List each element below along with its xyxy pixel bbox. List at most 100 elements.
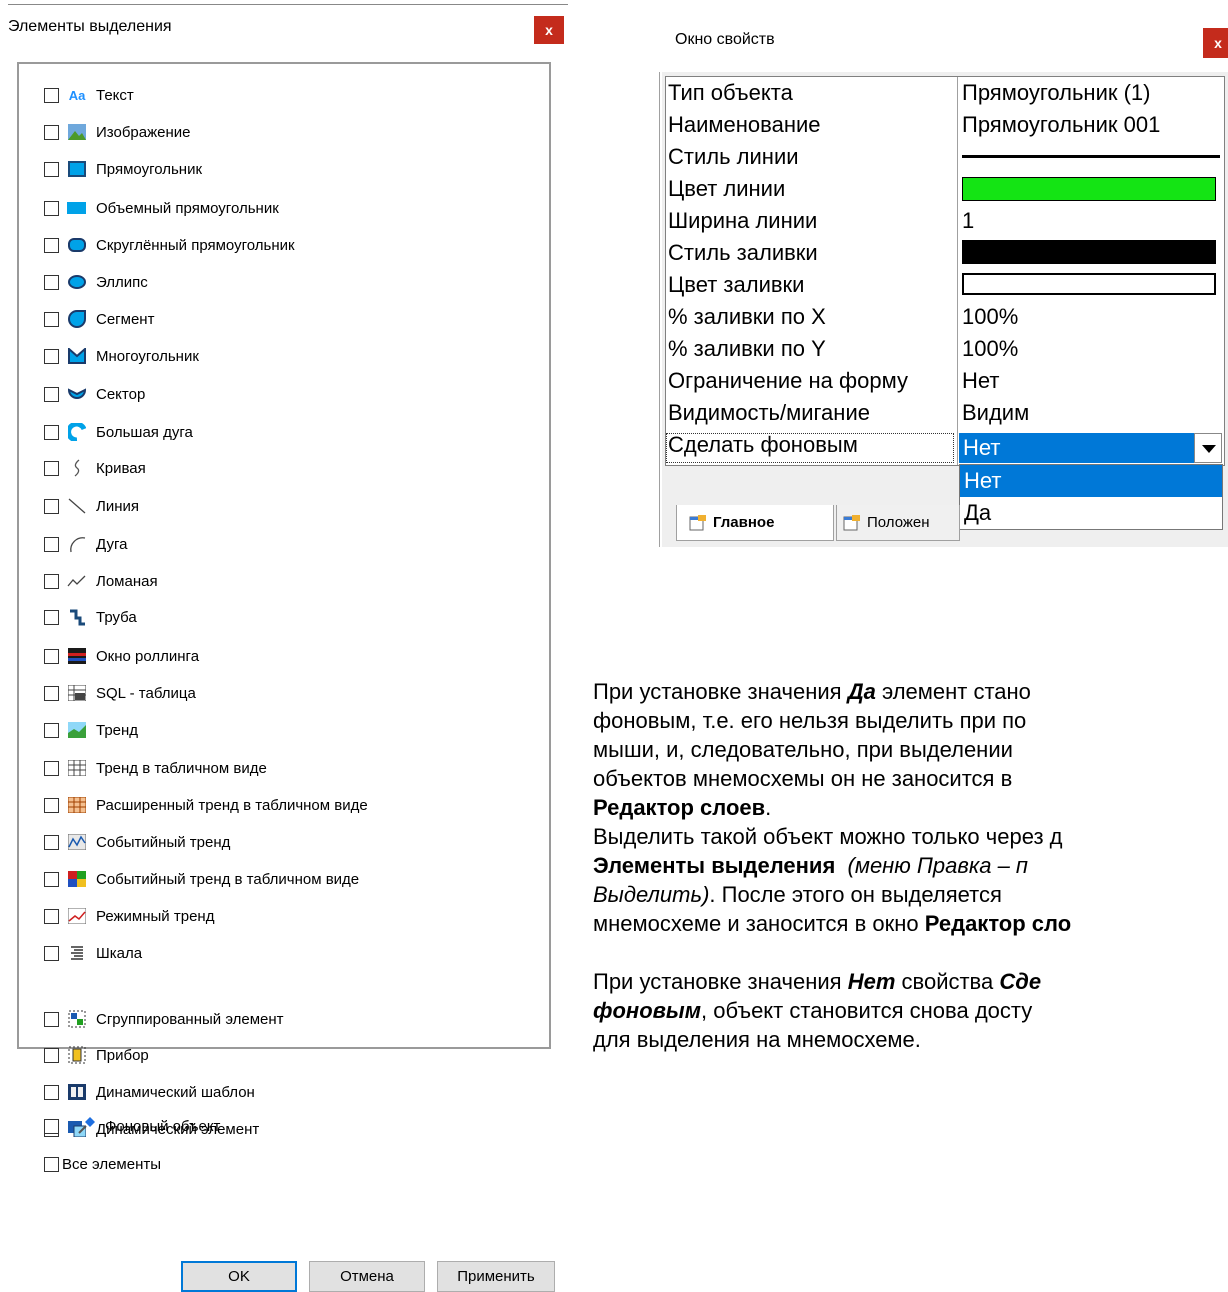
selection-item[interactable]: Скруглённый прямоугольник <box>44 233 295 257</box>
device-icon <box>67 1046 87 1064</box>
dropdown-arrow-icon[interactable] <box>1194 433 1222 463</box>
selection-item[interactable]: SQL - таблица <box>44 681 196 705</box>
selection-item-checkbox[interactable] <box>44 945 59 961</box>
properties-window-close-button[interactable]: x <box>1203 28 1228 58</box>
selection-item-checkbox[interactable] <box>44 424 59 440</box>
selection-item[interactable]: Сгруппированный элемент <box>44 1007 284 1031</box>
selection-item-checkbox[interactable] <box>44 1047 59 1063</box>
selection-item-checkbox[interactable] <box>44 87 59 103</box>
all-elements-checkbox-row[interactable]: Все элементы <box>44 1152 161 1176</box>
pin-icon <box>76 1117 96 1135</box>
selection-item-checkbox[interactable] <box>44 348 59 364</box>
selection-item[interactable]: Фоновый объект <box>44 1114 220 1138</box>
selection-item-checkbox[interactable] <box>44 1011 59 1027</box>
property-value[interactable]: 100% <box>962 301 1018 333</box>
tab-position[interactable]: Положен <box>836 505 960 541</box>
selection-item[interactable]: Расширенный тренд в табличном виде <box>44 793 368 817</box>
polygon-icon <box>67 347 87 365</box>
selection-item-checkbox[interactable] <box>44 648 59 664</box>
selection-item-checkbox[interactable] <box>44 722 59 738</box>
selection-item-checkbox[interactable] <box>44 797 59 813</box>
focused-property-outline <box>666 433 954 463</box>
text-icon: Aa <box>68 87 86 103</box>
selection-item[interactable]: Сегмент <box>44 307 154 331</box>
selection-item-checkbox[interactable] <box>44 498 59 514</box>
ok-button[interactable]: OK <box>181 1261 297 1292</box>
property-value[interactable]: Прямоугольник (1) <box>962 77 1150 109</box>
selection-item-checkbox[interactable] <box>44 386 59 402</box>
selection-item-checkbox[interactable] <box>44 685 59 701</box>
property-name: Цвет заливки <box>668 272 805 297</box>
selection-item[interactable]: Событийный тренд <box>44 830 230 854</box>
selection-item-checkbox[interactable] <box>44 237 59 253</box>
selection-item[interactable]: Прибор <box>44 1043 149 1067</box>
selection-item-checkbox[interactable] <box>44 536 59 552</box>
selection-item-checkbox[interactable] <box>44 1118 59 1134</box>
selection-item-checkbox[interactable] <box>44 760 59 776</box>
selection-item-checkbox[interactable] <box>44 871 59 887</box>
selection-item[interactable]: Сектор <box>44 382 145 406</box>
selection-item-checkbox[interactable] <box>44 200 59 216</box>
trend-icon <box>67 721 87 739</box>
property-value[interactable]: Видим <box>962 397 1029 429</box>
selection-item[interactable]: Тренд <box>44 718 138 742</box>
selection-item-checkbox[interactable] <box>44 609 59 625</box>
selection-item-label: Скруглённый прямоугольник <box>96 236 295 254</box>
property-value[interactable]: Нет <box>962 365 999 397</box>
selection-item-checkbox[interactable] <box>44 161 59 177</box>
property-value[interactable]: 100% <box>962 333 1018 365</box>
selection-item[interactable]: Объемный прямоугольник <box>44 196 279 220</box>
selection-item[interactable]: Эллипс <box>44 270 148 294</box>
description-text: элемент стано <box>875 679 1031 704</box>
selection-item-label: Текст <box>96 86 134 104</box>
description-text: свойства <box>895 969 1000 994</box>
line-color-swatch[interactable] <box>962 177 1216 201</box>
selection-item[interactable]: Режимный тренд <box>44 904 214 928</box>
selection-item-checkbox[interactable] <box>44 834 59 850</box>
property-name: Ограничение на форму <box>668 368 908 393</box>
selection-item[interactable]: Шкала <box>44 941 142 965</box>
selection-item-checkbox[interactable] <box>44 460 59 476</box>
selection-item[interactable]: Прямоугольник <box>44 157 202 181</box>
property-value[interactable]: 1 <box>962 205 974 237</box>
selection-item[interactable]: Окно роллинга <box>44 644 199 668</box>
selection-item[interactable]: Труба <box>44 605 137 629</box>
selection-item-checkbox[interactable] <box>44 1084 59 1100</box>
all-elements-checkbox[interactable] <box>44 1156 59 1172</box>
make-background-select[interactable]: Нет <box>959 433 1194 463</box>
selection-item-checkbox[interactable] <box>44 311 59 327</box>
description-line: Редактор слоев. <box>593 793 1228 822</box>
image-icon <box>67 123 87 141</box>
selection-item[interactable]: Тренд в табличном виде <box>44 756 267 780</box>
fill-color-swatch[interactable] <box>962 273 1216 295</box>
selection-item[interactable]: Динамический шаблон <box>44 1080 255 1104</box>
selection-item[interactable]: Линия <box>44 494 139 518</box>
selection-item[interactable]: Aa Текст <box>44 83 134 107</box>
selection-item[interactable]: Ломаная <box>44 569 158 593</box>
property-value[interactable]: Прямоугольник 001 <box>962 109 1160 141</box>
apply-button[interactable]: Применить <box>437 1261 555 1292</box>
option-yes[interactable]: Да <box>960 497 1222 529</box>
fill-style-swatch[interactable] <box>962 240 1216 264</box>
selection-item[interactable]: Изображение <box>44 120 191 144</box>
tab-main[interactable]: Главное <box>676 505 834 541</box>
selection-item[interactable]: Событийный тренд в табличном виде <box>44 867 359 891</box>
selection-item-label: Фоновый объект <box>105 1117 221 1135</box>
option-no[interactable]: Нет <box>960 465 1222 497</box>
selection-item-checkbox[interactable] <box>44 124 59 140</box>
description-emphasis: фоновым <box>593 998 701 1023</box>
selection-item[interactable]: Дуга <box>44 532 127 556</box>
selection-item-checkbox[interactable] <box>44 274 59 290</box>
selection-item[interactable]: Большая дуга <box>44 420 193 444</box>
selection-item-label: Прибор <box>96 1046 149 1064</box>
selection-dialog-close-button[interactable]: x <box>534 16 564 44</box>
selection-item-label: Многоугольник <box>96 347 199 365</box>
selection-item-checkbox[interactable] <box>44 573 59 589</box>
selection-item-checkbox[interactable] <box>44 908 59 924</box>
cancel-button[interactable]: Отмена <box>309 1261 425 1292</box>
selection-item[interactable]: Кривая <box>44 456 146 480</box>
line-style-swatch[interactable] <box>962 155 1220 158</box>
selection-item[interactable]: Многоугольник <box>44 344 199 368</box>
selection-item-label: Событийный тренд <box>96 833 231 851</box>
event-trend-icon <box>67 833 87 851</box>
